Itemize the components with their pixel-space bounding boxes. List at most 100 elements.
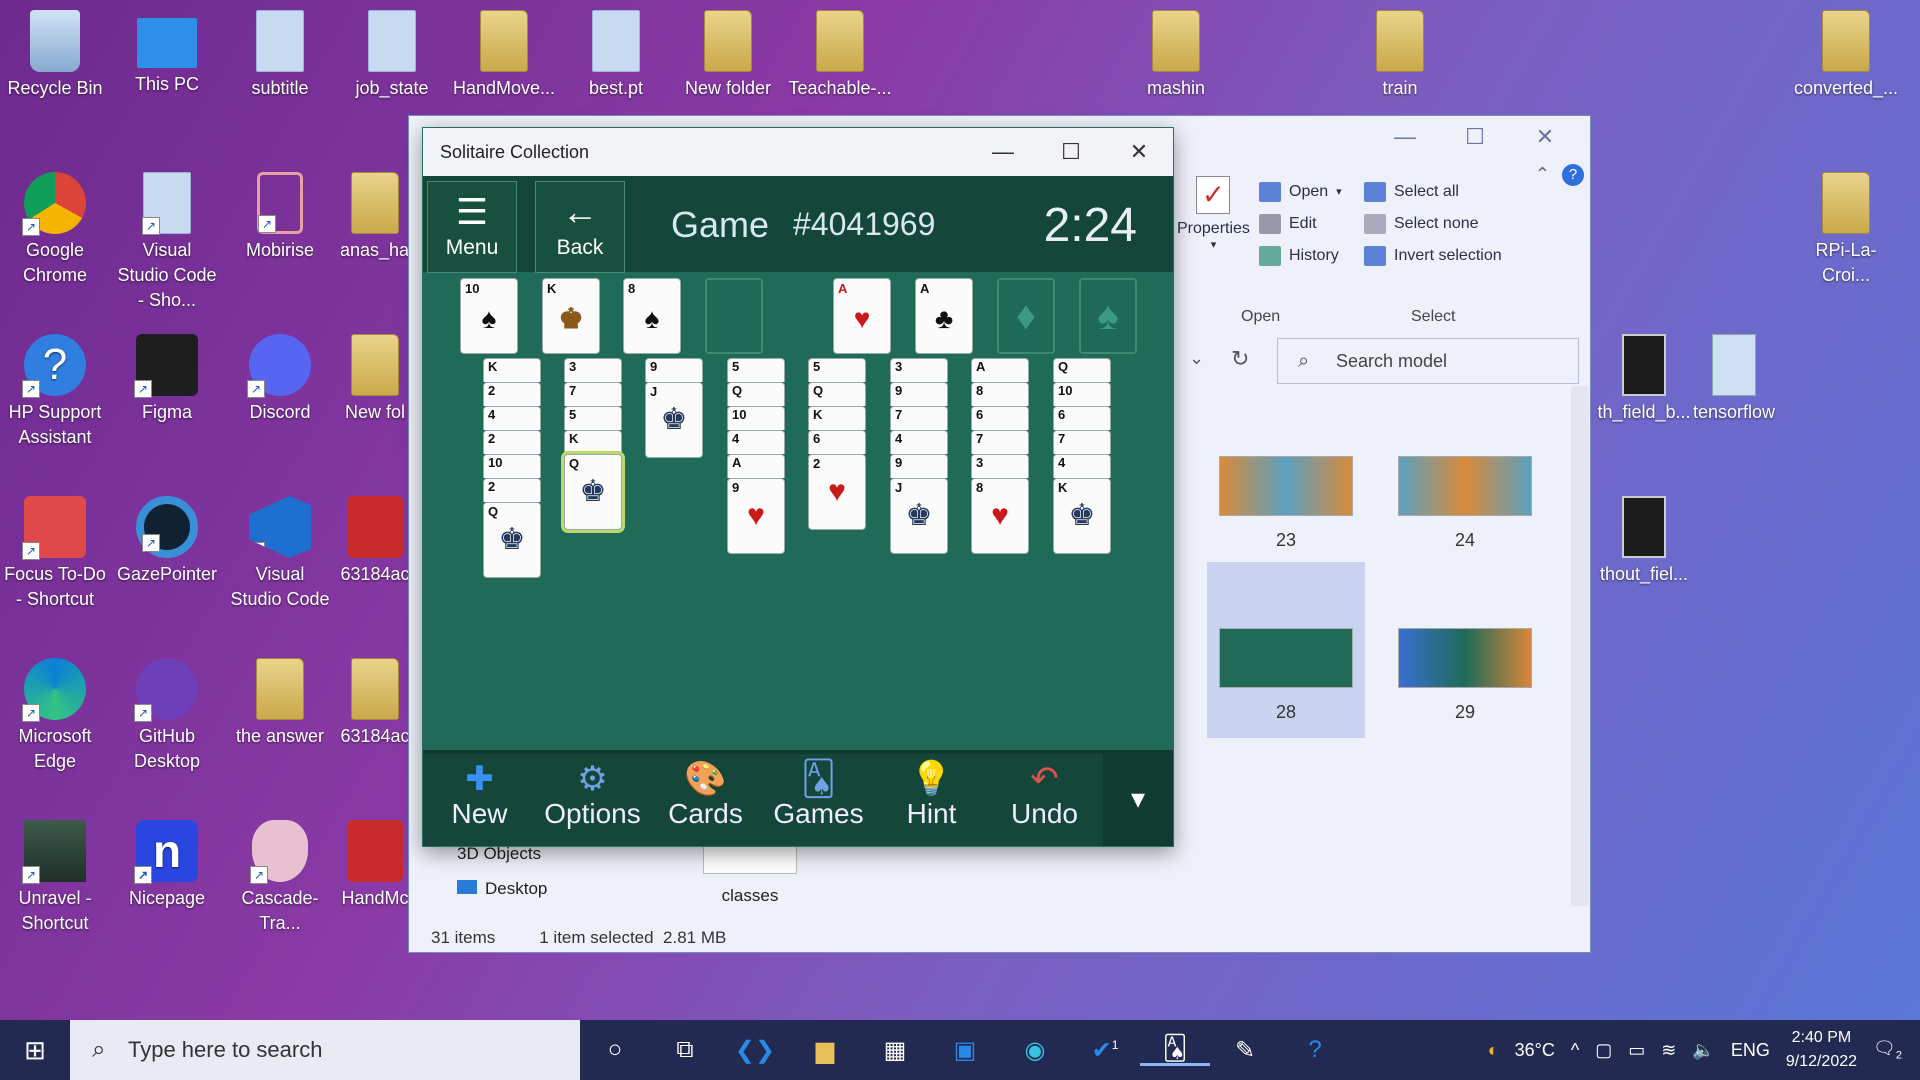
waste-card[interactable]: K ♚	[542, 278, 600, 354]
tableau-card[interactable]: 4	[483, 406, 541, 430]
desktop-icon-recycle-bin[interactable]: Recycle Bin	[3, 10, 107, 101]
tableau-card[interactable]: 5	[564, 406, 622, 430]
wifi-icon[interactable]: ≋	[1661, 1040, 1676, 1061]
tableau-card[interactable]: 5	[727, 358, 785, 382]
hint-button[interactable]: 💡 Hint	[875, 754, 988, 846]
taskbar-store[interactable]: ▣	[930, 1036, 1000, 1065]
desktop-icon-gazepointer[interactable]: GazePointer	[115, 496, 219, 587]
tableau-card[interactable]: 9	[645, 358, 703, 382]
desktop-icon-unravel[interactable]: Unravel - Shortcut	[3, 820, 107, 936]
tableau-card[interactable]: 3	[971, 454, 1029, 478]
desktop-icon-zip-1[interactable]: 63184ac	[340, 496, 410, 587]
desktop-icon-discord[interactable]: Discord	[228, 334, 332, 425]
cards-button[interactable]: 🎨 Cards	[649, 754, 762, 846]
stock-pile-empty[interactable]	[705, 278, 763, 354]
thumbnail-24[interactable]: 24	[1386, 456, 1544, 551]
tableau-card[interactable]: 4	[1053, 454, 1111, 478]
taskbar-paint[interactable]: ✎	[1210, 1036, 1280, 1065]
solitaire-window[interactable]: Solitaire Collection — ☐ ✕ ☰ Menu ← Back G…	[422, 127, 1174, 847]
tableau-card[interactable]: 6	[808, 430, 866, 454]
taskbar-vscode[interactable]: ❮❯	[720, 1036, 790, 1065]
tableau-card[interactable]: J ♚	[645, 382, 703, 458]
tableau-card[interactable]: J ♚	[890, 478, 948, 554]
notifications-icon[interactable]: 🗨2	[1873, 1038, 1902, 1062]
tableau-card[interactable]: Q ♚	[564, 454, 622, 530]
desktop-icon-this-pc[interactable]: This PC	[115, 10, 219, 97]
waste-card[interactable]: 8 ♠	[623, 278, 681, 354]
foundation-hearts[interactable]: A ♥	[833, 278, 891, 354]
tableau-card[interactable]: 7	[1053, 430, 1111, 454]
refresh-icon[interactable]: ↻	[1231, 346, 1249, 372]
desktop-icon-focus-todo[interactable]: Focus To-Do - Shortcut	[3, 496, 107, 612]
tableau-card[interactable]: 10	[483, 454, 541, 478]
history-button[interactable]: History	[1259, 240, 1342, 272]
desktop-icon-thout-field[interactable]: thout_fiel...	[1592, 496, 1696, 587]
desktop-icon-63184ac[interactable]: 63184ac	[340, 658, 410, 749]
cortana-button[interactable]: ○	[580, 1036, 650, 1064]
taskbar-todo[interactable]: ✔1	[1070, 1036, 1140, 1065]
weather-temp[interactable]: 36°C	[1515, 1040, 1555, 1061]
collapse-ribbon-icon[interactable]: ⌃	[1535, 164, 1550, 185]
clock[interactable]: 2:40 PM 9/12/2022	[1786, 1026, 1857, 1074]
language-indicator[interactable]: ENG	[1731, 1040, 1770, 1061]
desktop-icon-tensorflow[interactable]: tensorflow	[1682, 334, 1786, 425]
tableau-card[interactable]: Q	[808, 382, 866, 406]
desktop-icon-mashin[interactable]: mashin	[1124, 10, 1228, 101]
foundation-diamonds-empty[interactable]: ♦	[997, 278, 1055, 354]
foundation-clubs[interactable]: A ♣	[915, 278, 973, 354]
desktop-icon-train[interactable]: train	[1348, 10, 1452, 101]
address-dropdown-icon[interactable]: ⌄	[1189, 348, 1204, 369]
task-view-button[interactable]: ⧉	[650, 1036, 720, 1064]
taskbar-photos[interactable]: ▦	[860, 1036, 930, 1065]
tableau-card[interactable]: 3	[564, 358, 622, 382]
desktop-icon-zip-2[interactable]: HandMc	[340, 820, 410, 911]
desktop-icon-anas[interactable]: anas_haa	[340, 172, 410, 263]
tableau-card[interactable]: 10	[1053, 382, 1111, 406]
start-button[interactable]: ⊞	[0, 1035, 70, 1066]
close-button[interactable]: ✕	[1510, 116, 1580, 158]
thumbnail-28[interactable]: 28	[1207, 562, 1365, 738]
tableau-card[interactable]: Q ♚	[483, 502, 541, 578]
select-all-button[interactable]: Select all	[1364, 176, 1502, 208]
desktop-icon-the-answer[interactable]: the answer	[228, 658, 332, 749]
desktop-icon-edge[interactable]: Microsoft Edge	[3, 658, 107, 774]
tableau-card[interactable]: 4	[890, 430, 948, 454]
tableau-card[interactable]: 9 ♥	[727, 478, 785, 554]
select-none-button[interactable]: Select none	[1364, 208, 1502, 240]
battery-icon[interactable]: ▭	[1628, 1040, 1645, 1061]
options-button[interactable]: ⚙ Options	[536, 754, 649, 846]
tableau-card[interactable]: K ♚	[1053, 478, 1111, 554]
tableau-card[interactable]: 7	[890, 406, 948, 430]
tableau-card[interactable]: A	[971, 358, 1029, 382]
edit-button[interactable]: Edit	[1259, 208, 1342, 240]
tableau-card[interactable]: 9	[890, 382, 948, 406]
tableau-card[interactable]: 2	[483, 430, 541, 454]
tableau-card[interactable]: 3	[890, 358, 948, 382]
properties-button[interactable]: ✓ Properties ▾	[1177, 176, 1250, 251]
tableau-card[interactable]: 7	[971, 430, 1029, 454]
tableau-card[interactable]: 2	[483, 478, 541, 502]
open-button[interactable]: Open ▾	[1259, 176, 1342, 208]
nav-item-3d-objects[interactable]: 3D Objects	[457, 844, 541, 864]
tableau-card[interactable]: 2 ♥	[808, 454, 866, 530]
show-hidden-icons[interactable]: ^	[1571, 1040, 1579, 1061]
foundation-spades-empty[interactable]: ♠	[1079, 278, 1137, 354]
tableau-card[interactable]: K	[808, 406, 866, 430]
desktop-icon-hp-support[interactable]: ?HP Support Assistant	[3, 334, 107, 450]
desktop-icon-nicepage[interactable]: nNicepage	[115, 820, 219, 911]
desktop-icon-job-state[interactable]: job_state	[340, 10, 444, 101]
minimize-button[interactable]: —	[969, 128, 1037, 176]
desktop-icon-vscode-shortcut[interactable]: Visual Studio Code - Sho...	[115, 172, 219, 313]
search-input[interactable]: ⌕ Search model	[1277, 338, 1579, 384]
desktop-icon-figma[interactable]: Figma	[115, 334, 219, 425]
desktop-icon-mobirise[interactable]: Mobirise	[228, 172, 332, 263]
menu-button[interactable]: ☰ Menu	[427, 181, 517, 273]
tableau-card[interactable]: K	[483, 358, 541, 382]
meet-now-icon[interactable]: ▢	[1595, 1040, 1612, 1061]
tableau-card[interactable]: A	[727, 454, 785, 478]
tableau-card[interactable]: Q	[1053, 358, 1111, 382]
close-button[interactable]: ✕	[1105, 128, 1173, 176]
tableau-card[interactable]: 10	[727, 406, 785, 430]
tableau-card[interactable]: 9	[890, 454, 948, 478]
taskbar-file-explorer[interactable]: ▆	[790, 1036, 860, 1065]
